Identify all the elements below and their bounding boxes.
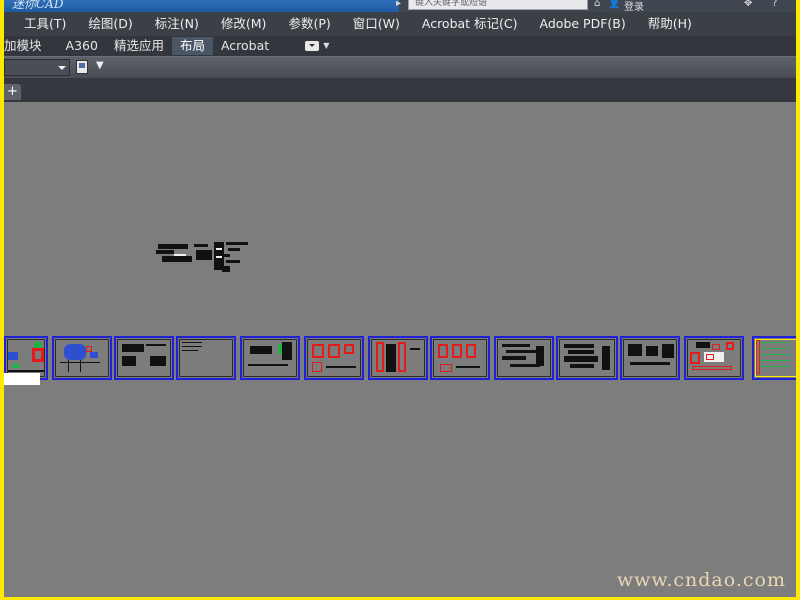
app-logo: 迷你CAD [12, 0, 64, 11]
chevron-down-icon[interactable] [58, 66, 66, 74]
ribbon-tabs: 加模块 A360 精选应用 布局 Acrobat ▼ [4, 36, 796, 56]
layout-thumbnail[interactable] [52, 336, 112, 380]
menu-help[interactable]: 帮助(H) [637, 12, 703, 36]
tab-acrobat[interactable]: Acrobat [213, 37, 277, 55]
menu-modify[interactable]: 修改(M) [210, 12, 278, 36]
menu-acrobat-markup[interactable]: Acrobat 标记(C) [411, 12, 529, 36]
menu-window[interactable]: 窗口(W) [342, 12, 411, 36]
menu-dimension[interactable]: 标注(N) [144, 12, 210, 36]
layout-thumbnail[interactable] [368, 336, 428, 380]
login-label[interactable]: 登录 [624, 0, 644, 12]
settings-icon[interactable]: ✥ [744, 0, 752, 9]
tab-featured-apps[interactable]: 精选应用 [106, 37, 172, 55]
layout-thumbnail[interactable] [684, 336, 744, 380]
layout-thumbnail[interactable] [556, 336, 618, 380]
tab-addins[interactable]: 加模块 [4, 37, 50, 55]
toolbar: ▼ [4, 56, 796, 78]
thumbnail-label [4, 373, 40, 385]
menu-parametric[interactable]: 参数(P) [277, 12, 341, 36]
toolbar-layer-icon[interactable] [76, 60, 88, 74]
layout-thumbnail[interactable] [176, 336, 236, 380]
search-input[interactable]: 键入关键字或短语 [408, 0, 588, 10]
layout-thumbnail[interactable] [620, 336, 680, 380]
expand-icon[interactable]: ▸ [396, 0, 401, 9]
layout-thumbnail[interactable] [304, 336, 364, 380]
dropdown-icon[interactable]: ▼ [96, 61, 104, 71]
menu-draw[interactable]: 绘图(D) [77, 12, 143, 36]
user-icon[interactable]: 👤 [608, 0, 620, 9]
layer-combo[interactable] [4, 59, 70, 76]
menu-bar: 工具(T) 绘图(D) 标注(N) 修改(M) 参数(P) 窗口(W) Acro… [4, 12, 796, 36]
menu-adobe-pdf[interactable]: Adobe PDF(B) [529, 12, 637, 36]
layout-thumbnail[interactable] [240, 336, 300, 380]
watermark-text: www.cndao.com [616, 569, 786, 591]
chevron-down-icon[interactable]: ▼ [323, 37, 329, 55]
layout-thumbnail[interactable] [114, 336, 174, 380]
help-icon[interactable]: ? [772, 0, 777, 9]
menu-tools[interactable]: 工具(T) [4, 12, 77, 36]
title-bar: 迷你CAD ▸ 键入关键字或短语 ⌂ 👤 登录 ✥ ? [4, 0, 796, 12]
layout-thumbnail[interactable] [430, 336, 490, 380]
layout-tab-strip: + [4, 78, 796, 102]
home-icon[interactable]: ⌂ [594, 0, 600, 9]
layout-thumbnail[interactable] [752, 336, 796, 380]
layout-thumbnail[interactable] [494, 336, 554, 380]
add-tab-icon[interactable]: + [4, 84, 21, 100]
ribbon-options[interactable]: ▼ [297, 37, 337, 55]
title-block-cluster [154, 240, 254, 280]
app-window: 迷你CAD ▸ 键入关键字或短语 ⌂ 👤 登录 ✥ ? 工具(T) 绘图(D) … [4, 0, 796, 597]
tab-a360[interactable]: A360 [58, 37, 106, 55]
message-icon[interactable] [305, 41, 320, 51]
tab-layout[interactable]: 布局 [171, 37, 213, 55]
